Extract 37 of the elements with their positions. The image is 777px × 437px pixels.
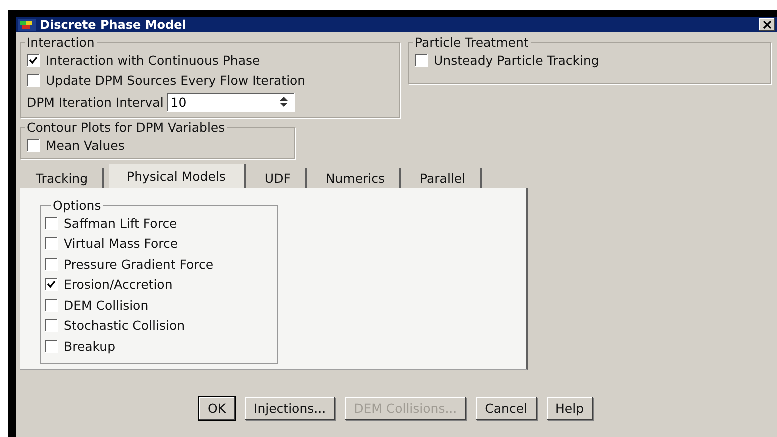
window-title: Discrete Phase Model xyxy=(40,18,188,32)
dialog-button[interactable]: OK xyxy=(198,397,236,420)
dialog-button[interactable]: Help xyxy=(546,397,593,420)
dialog-button[interactable]: Injections... xyxy=(245,397,336,420)
checkbox[interactable] xyxy=(45,258,58,271)
checkbox-label: Saffman Lift Force xyxy=(64,216,178,231)
close-icon xyxy=(762,20,772,28)
group-title: Options xyxy=(52,198,102,213)
checkbox[interactable] xyxy=(27,138,40,152)
checkbox[interactable] xyxy=(45,237,58,250)
checkbox[interactable] xyxy=(27,54,40,66)
field-label: DPM Iteration Interval xyxy=(27,94,164,110)
checkbox[interactable] xyxy=(45,319,58,332)
checkbox[interactable] xyxy=(415,54,428,66)
checkbox[interactable] xyxy=(45,216,58,230)
checkbox-label: Erosion/Accretion xyxy=(64,277,173,292)
checkbox[interactable] xyxy=(27,74,40,86)
checkbox-label: DEM Collision xyxy=(64,298,149,313)
spin-field[interactable]: 10 xyxy=(166,92,295,112)
group-title: Particle Treatment xyxy=(414,35,530,50)
checkbox[interactable] xyxy=(45,278,58,292)
checkbox-label: Update DPM Sources Every Flow Iteration xyxy=(46,72,306,88)
dialog-button[interactable]: Cancel xyxy=(476,397,536,420)
checkbox-label: Mean Values xyxy=(46,138,125,152)
checkbox[interactable] xyxy=(45,340,58,353)
tab[interactable]: Physical Models xyxy=(109,164,246,188)
checkbox-label: Pressure Gradient Force xyxy=(64,256,214,272)
group-title: Interaction xyxy=(26,35,96,50)
checkbox-label: Unsteady Particle Tracking xyxy=(434,52,600,68)
checkbox-label: Interaction with Continuous Phase xyxy=(46,52,260,68)
app-icon xyxy=(18,18,36,30)
group-title: Contour Plots for DPM Variables xyxy=(26,120,226,135)
checkbox[interactable] xyxy=(45,298,58,312)
close-button[interactable] xyxy=(759,18,775,31)
checkbox-label: Virtual Mass Force xyxy=(64,236,178,252)
checkbox-label: Stochastic Collision xyxy=(64,318,186,334)
checkbox-label: Breakup xyxy=(64,338,116,354)
